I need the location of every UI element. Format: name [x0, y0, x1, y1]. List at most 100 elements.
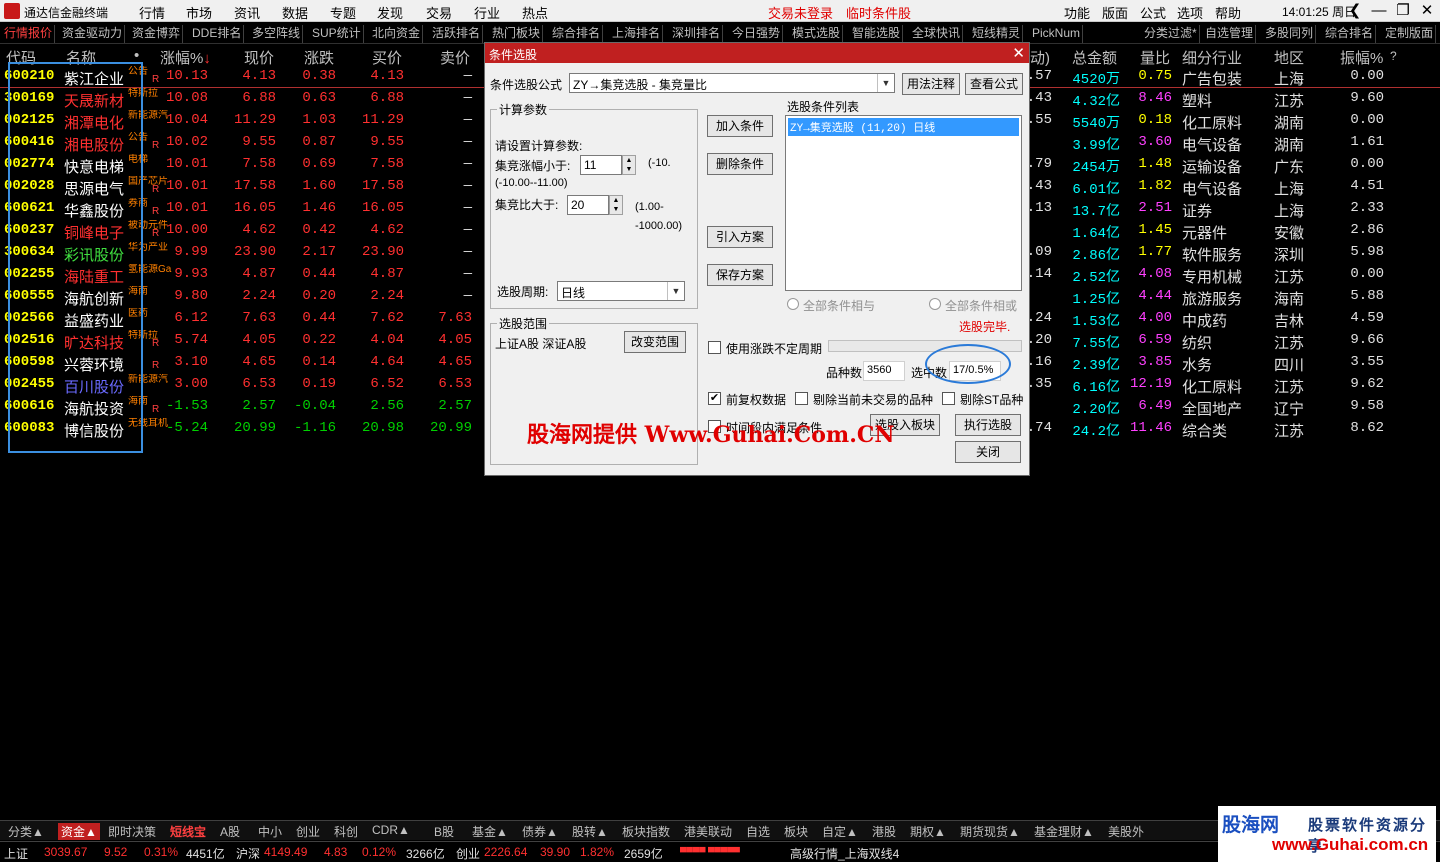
tab-sup[interactable]: SUP统计 [310, 25, 364, 43]
col-header-region[interactable]: 地区 [1274, 47, 1304, 68]
tab-sz-rank[interactable]: 深圳排名 [670, 25, 724, 43]
radio-all-and[interactable] [787, 298, 799, 310]
menu-trade[interactable]: 交易 [426, 3, 452, 22]
bottom-tab[interactable]: 分类▲ [8, 823, 44, 840]
col-header-bid[interactable]: 买价 [372, 47, 402, 68]
bottom-tab[interactable]: 股转▲ [572, 823, 608, 840]
col-header-price[interactable]: 现价 [244, 47, 274, 68]
menu-options[interactable]: 选项 [1177, 3, 1203, 22]
tab-category-filter[interactable]: 分类过滤* [1142, 25, 1200, 43]
add-condition-button[interactable]: 加入条件 [707, 115, 773, 137]
col-header-ask[interactable]: 卖价 [440, 47, 470, 68]
view-formula-button[interactable]: 查看公式 [965, 73, 1023, 95]
param1-input[interactable]: 11 [580, 155, 622, 175]
col-header-change[interactable]: 涨跌 [304, 47, 334, 68]
tab-multi-stock[interactable]: 多股同列 [1263, 25, 1317, 43]
forward-adjust-checkbox[interactable]: ✔ [708, 392, 721, 405]
bottom-tab[interactable]: 自定▲ [822, 823, 858, 840]
bottom-tab[interactable]: 板块指数 [622, 823, 670, 840]
param1-spinner[interactable]: ▲ ▼ [622, 155, 636, 175]
temp-condition-stock[interactable]: 临时条件股 [846, 3, 911, 22]
menu-quotes[interactable]: 行情 [139, 3, 165, 22]
radio-all-or[interactable] [929, 298, 941, 310]
bottom-tab[interactable]: CDR▲ [372, 823, 410, 837]
col-header-amount[interactable]: 总金额 [1072, 47, 1117, 68]
tab-watchlist-manage[interactable]: 自选管理 [1203, 25, 1257, 43]
col-header-industry[interactable]: 细分行业 [1182, 47, 1242, 68]
bottom-tab[interactable]: 美股外 [1108, 823, 1144, 840]
back-icon[interactable]: ❮ [1342, 1, 1368, 21]
bottom-tab[interactable]: 创业 [296, 823, 320, 840]
minimize-icon[interactable]: — [1366, 1, 1392, 21]
tab-capital-game[interactable]: 资金博弈 [130, 25, 184, 43]
tab-composite-rank-2[interactable]: 综合排名 [1323, 25, 1377, 43]
trade-login-status[interactable]: 交易未登录 [768, 3, 833, 22]
exclude-st-checkbox[interactable] [942, 392, 955, 405]
tab-active-rank[interactable]: 活跃排名 [430, 25, 484, 43]
tab-smart-select[interactable]: 智能选股 [850, 25, 904, 43]
bottom-tab[interactable]: 期货现货▲ [960, 823, 1020, 840]
usage-note-button[interactable]: 用法注释 [902, 73, 960, 95]
param2-spinner[interactable]: ▲ ▼ [609, 195, 623, 215]
bottom-tab[interactable]: 中小 [258, 823, 282, 840]
restore-icon[interactable]: ❐ [1390, 1, 1416, 21]
tab-dde[interactable]: DDE排名 [190, 25, 245, 43]
bottom-tab[interactable]: 基金理财▲ [1034, 823, 1094, 840]
bottom-tab[interactable]: A股 [220, 823, 240, 840]
col-header-volume-ratio[interactable]: 量比 [1140, 47, 1170, 68]
server-name[interactable]: 高级行情_上海双线4 [790, 845, 899, 862]
bottom-tab[interactable]: 自选 [746, 823, 770, 840]
tab-global-news[interactable]: 全球快讯 [910, 25, 964, 43]
exclude-untraded-checkbox[interactable] [795, 392, 808, 405]
bottom-tab[interactable]: 期权▲ [910, 823, 946, 840]
param2-input[interactable]: 20 [567, 195, 609, 215]
period-select[interactable]: 日线 ▼ [557, 281, 685, 301]
bottom-tab[interactable]: 港股 [872, 823, 896, 840]
menu-industry[interactable]: 行业 [474, 3, 500, 22]
bottom-tab[interactable]: 板块 [784, 823, 808, 840]
tab-sh-rank[interactable]: 上海排名 [610, 25, 664, 43]
bottom-tab[interactable]: 基金▲ [472, 823, 508, 840]
col-header-change-pct[interactable]: 涨幅%↓ [160, 47, 211, 68]
bottom-tab[interactable]: 科创 [334, 823, 358, 840]
bottom-tab[interactable]: 资金▲ [58, 823, 100, 840]
bottom-tab[interactable]: 即时决策 [108, 823, 156, 840]
bottom-tab[interactable]: 债券▲ [522, 823, 558, 840]
dialog-close-icon[interactable]: ✕ [1012, 44, 1025, 62]
menu-help[interactable]: 帮助 [1215, 3, 1241, 22]
col-header-amplitude[interactable]: 振幅% [1340, 47, 1383, 68]
tab-hot-sector[interactable]: 热门板块 [490, 25, 544, 43]
close-icon[interactable]: ✕ [1414, 1, 1440, 21]
tab-custom-layout[interactable]: 定制版面 [1383, 25, 1437, 43]
menu-news[interactable]: 资讯 [234, 3, 260, 22]
col-header-hidden[interactable]: 动) [1030, 47, 1050, 68]
tab-picknum[interactable]: PickNum [1030, 25, 1084, 43]
save-plan-button[interactable]: 保存方案 [707, 264, 773, 286]
menu-hot[interactable]: 热点 [522, 3, 548, 22]
tab-pattern-select[interactable]: 模式选股 [790, 25, 844, 43]
formula-select[interactable]: ZY→集竞选股 - 集竞量比 ▼ [569, 73, 895, 93]
menu-topic[interactable]: 专题 [330, 3, 356, 22]
bottom-tab[interactable]: B股 [434, 823, 454, 840]
delete-condition-button[interactable]: 删除条件 [707, 153, 773, 175]
tab-quote[interactable]: 行情报价 [2, 25, 56, 43]
bottom-tab[interactable]: 短线宝 [170, 823, 206, 840]
menu-formula[interactable]: 公式 [1140, 3, 1166, 22]
execute-select-button[interactable]: 执行选股 [955, 414, 1021, 436]
uncertain-period-checkbox[interactable] [708, 341, 721, 354]
tab-long-short[interactable]: 多空阵线 [250, 25, 304, 43]
tab-capital-drive[interactable]: 资金驱动力 [60, 25, 126, 43]
change-range-button[interactable]: 改变范围 [624, 331, 686, 353]
tab-today-strong[interactable]: 今日强势 [730, 25, 784, 43]
condition-list-item[interactable]: ZY→集竞选股 (11,20) 日线 [788, 118, 1019, 136]
menu-layout[interactable]: 版面 [1102, 3, 1128, 22]
condition-list[interactable]: ZY→集竞选股 (11,20) 日线 [785, 115, 1022, 291]
bottom-tab[interactable]: 港美联动 [684, 823, 732, 840]
import-plan-button[interactable]: 引入方案 [707, 226, 773, 248]
col-header-help[interactable]: ? [1390, 49, 1397, 63]
tab-composite-rank[interactable]: 综合排名 [550, 25, 604, 43]
menu-function[interactable]: 功能 [1064, 3, 1090, 22]
menu-data[interactable]: 数据 [282, 3, 308, 22]
tab-shortline[interactable]: 短线精灵 [970, 25, 1024, 43]
close-dialog-button[interactable]: 关闭 [955, 441, 1021, 463]
